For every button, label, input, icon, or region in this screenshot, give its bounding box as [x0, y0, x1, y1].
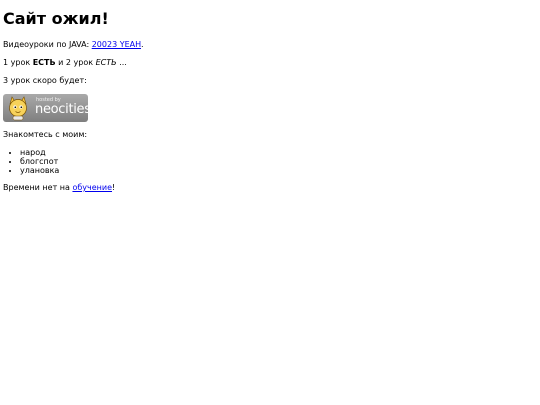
lessons-line-italic: ЕСТЬ — [95, 58, 117, 67]
list-item: народ — [20, 148, 537, 157]
study-link[interactable]: обучение — [72, 183, 112, 192]
footer-line-suffix: ! — [112, 183, 116, 192]
lessons-line-part3: ... — [116, 58, 127, 67]
video-line: Видеоуроки по JAVA: 20023 YEAH. — [3, 40, 537, 50]
video-line-prefix: Видеоуроки по JAVA: — [3, 40, 92, 49]
footer-line-prefix: Времени нет на — [3, 183, 73, 192]
neocities-cat-icon — [9, 96, 27, 121]
list-item: улановка — [20, 166, 537, 175]
footer-line: Времени нет на обучение! — [3, 183, 537, 193]
intro-line: Знакомтесь с моим: — [3, 130, 88, 139]
lessons-line-part2: и 2 урок — [55, 58, 96, 67]
lessons-line-part1: 1 урок — [3, 58, 33, 67]
lessons-line-bold: ЕСТЬ — [32, 58, 56, 67]
page: Сайт ожил! Видеоуроки по JAVA: 20023 YEA… — [0, 0, 540, 405]
badge-brand: neocities — [35, 102, 88, 117]
neocities-badge[interactable]: hosted by neocities — [3, 94, 88, 122]
list-item: блогспот — [20, 157, 537, 166]
page-title: Сайт ожил! — [3, 9, 109, 28]
java-video-link[interactable]: 20023 YEAH — [92, 40, 141, 49]
lessons-line: 1 урок ЕСТЬ и 2 урок ЕСТЬ ... — [3, 58, 537, 68]
link-list: народ блогспот улановка — [3, 148, 537, 175]
video-line-suffix: . — [140, 40, 144, 49]
lesson3-line: 3 урок скоро будет: — [3, 76, 87, 85]
